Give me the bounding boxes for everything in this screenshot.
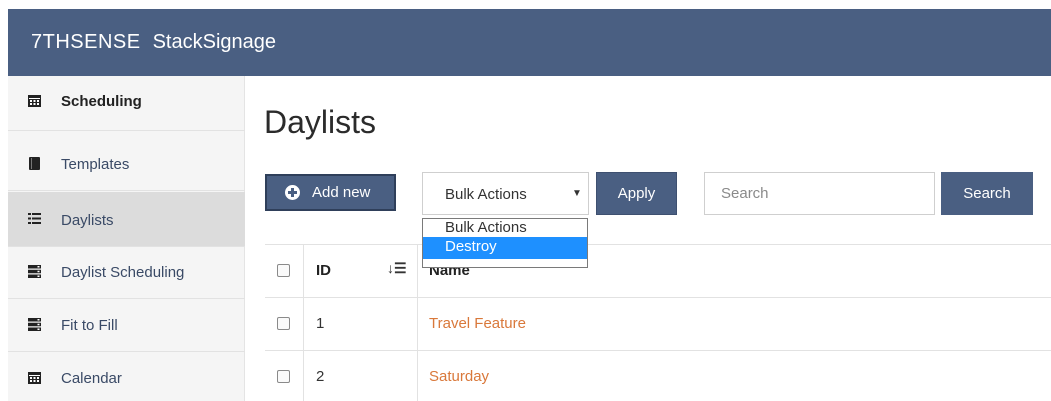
sidebar-item-label: Daylists [61,212,114,229]
row-name-link[interactable]: Saturday [429,368,489,385]
company-logo: 7THSENSE [31,31,141,53]
bulk-actions-select[interactable]: Bulk Actions ▼ [422,172,589,215]
table-row: 1 Travel Feature [265,297,1051,351]
brand[interactable]: 7THSENSE StackSignage [31,9,276,76]
search-placeholder: Search [721,185,769,202]
sidebar-item-label: Daylist Scheduling [61,264,185,281]
calendar-icon [28,372,41,384]
calendar-icon [28,95,41,107]
book-icon [29,157,40,170]
server-icon [28,265,41,278]
add-new-label: Add new [312,184,371,201]
sidebar: Scheduling Templates Daylists Daylist Sc… [8,76,245,401]
bulk-actions-dropdown: Bulk Actions Destroy [422,218,588,268]
main-content: Daylists Add new Bulk Actions ▼ Bulk Act… [245,76,1051,401]
search-input[interactable]: Search [704,172,935,215]
column-divider [303,245,304,298]
column-divider [417,245,418,298]
row-checkbox[interactable] [277,370,290,383]
server-icon [28,318,41,331]
sidebar-item-daylists[interactable]: Daylists [8,192,245,247]
row-checkbox[interactable] [277,317,290,330]
apply-button[interactable]: Apply [596,172,677,215]
dropdown-option-bulk-actions[interactable]: Bulk Actions [423,219,587,237]
column-divider [303,351,304,401]
search-button[interactable]: Search [941,172,1033,215]
list-icon [28,213,41,224]
caret-down-icon: ▼ [572,188,582,199]
row-name-link[interactable]: Travel Feature [429,315,526,332]
sidebar-item-fit-to-fill[interactable]: Fit to Fill [8,300,245,352]
product-name: StackSignage [152,31,277,53]
sidebar-item-daylist-scheduling[interactable]: Daylist Scheduling [8,247,245,299]
column-divider [417,298,418,351]
add-new-button[interactable]: Add new [265,174,396,211]
bulk-actions-value: Bulk Actions [445,186,527,203]
column-header-id[interactable]: ID [316,262,331,279]
top-bar: 7THSENSE StackSignage [8,9,1051,76]
table-row: 2 Saturday [265,350,1051,401]
sidebar-item-label: Templates [61,156,130,173]
sidebar-item-calendar[interactable]: Calendar [8,353,245,401]
sidebar-item-label: Calendar [61,370,122,387]
sort-ascending-icon[interactable]: ↓☰ [387,260,407,277]
column-divider [417,351,418,401]
dropdown-option-destroy[interactable]: Destroy [423,237,587,259]
page-title: Daylists [264,104,377,140]
sidebar-item-label: Scheduling [61,93,142,110]
row-id: 2 [316,368,325,385]
table-header-row: ID ↓☰ Name [265,244,1051,298]
row-id: 1 [316,315,325,332]
sidebar-item-scheduling[interactable]: Scheduling [8,76,245,131]
sidebar-item-label: Fit to Fill [61,317,118,334]
select-all-checkbox[interactable] [277,264,290,277]
plus-circle-icon [285,185,300,200]
sidebar-item-templates[interactable]: Templates [8,139,245,191]
column-divider [303,298,304,351]
